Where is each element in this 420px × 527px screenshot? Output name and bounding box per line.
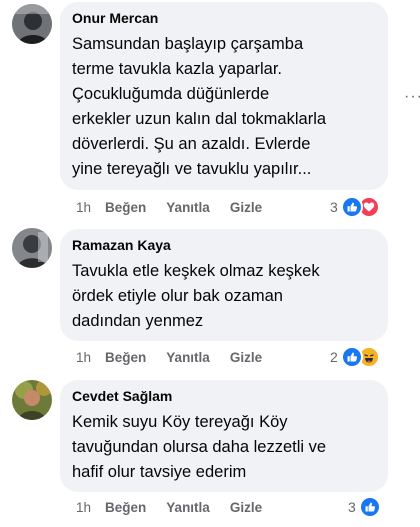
like-icon	[340, 346, 363, 368]
comment-author[interactable]: Cevdet Sağlam	[72, 388, 376, 405]
like-button[interactable]: Beğen	[105, 500, 146, 515]
comment-text: Kemik suyu Köy tereyağı Köy tavuğundan o…	[72, 413, 327, 481]
comment-time[interactable]: 1h	[76, 350, 91, 365]
reaction-summary[interactable]: 3	[330, 195, 380, 219]
avatar[interactable]	[12, 4, 52, 44]
reaction-summary[interactable]: 2	[330, 345, 380, 369]
reaction-count: 2	[330, 349, 338, 365]
comment-author[interactable]: Onur Mercan	[72, 10, 376, 27]
reply-button[interactable]: Yanıtla	[166, 500, 210, 515]
avatar[interactable]	[12, 380, 52, 420]
reaction-count: 3	[330, 199, 338, 215]
comment-actions: 1h Beğen Yanıtla Gizle	[76, 497, 282, 517]
reaction-count: 3	[348, 499, 356, 515]
hide-button[interactable]: Gizle	[230, 500, 262, 515]
like-button[interactable]: Beğen	[105, 350, 146, 365]
comment-bubble: Ramazan Kaya Tavukla etle keşkek olmaz k…	[60, 229, 388, 341]
like-icon	[358, 496, 381, 518]
comment-actions: 1h Beğen Yanıtla Gizle	[76, 347, 282, 367]
hide-button[interactable]: Gizle	[230, 200, 262, 215]
comment-author[interactable]: Ramazan Kaya	[72, 237, 376, 254]
more-options-icon[interactable]: ···	[404, 88, 420, 106]
comment-actions: 1h Beğen Yanıtla Gizle	[76, 197, 282, 217]
avatar[interactable]	[12, 228, 52, 268]
comment-bubble: Cevdet Sağlam Kemik suyu Köy tereyağı Kö…	[60, 380, 388, 492]
hide-button[interactable]: Gizle	[230, 350, 262, 365]
reply-button[interactable]: Yanıtla	[166, 200, 210, 215]
reaction-summary[interactable]: 3	[348, 495, 381, 519]
comment-time[interactable]: 1h	[76, 200, 91, 215]
comment-bubble: Onur Mercan Samsundan başlayıp çarşamba …	[60, 2, 388, 190]
like-button[interactable]: Beğen	[105, 200, 146, 215]
comment-time[interactable]: 1h	[76, 500, 91, 515]
reply-button[interactable]: Yanıtla	[166, 350, 210, 365]
like-icon	[340, 196, 363, 218]
comment-text: Tavukla etle keşkek olmaz keşkek ördek e…	[72, 262, 320, 330]
comment-text: Samsundan başlayıp çarşamba terme tavukl…	[72, 35, 327, 178]
